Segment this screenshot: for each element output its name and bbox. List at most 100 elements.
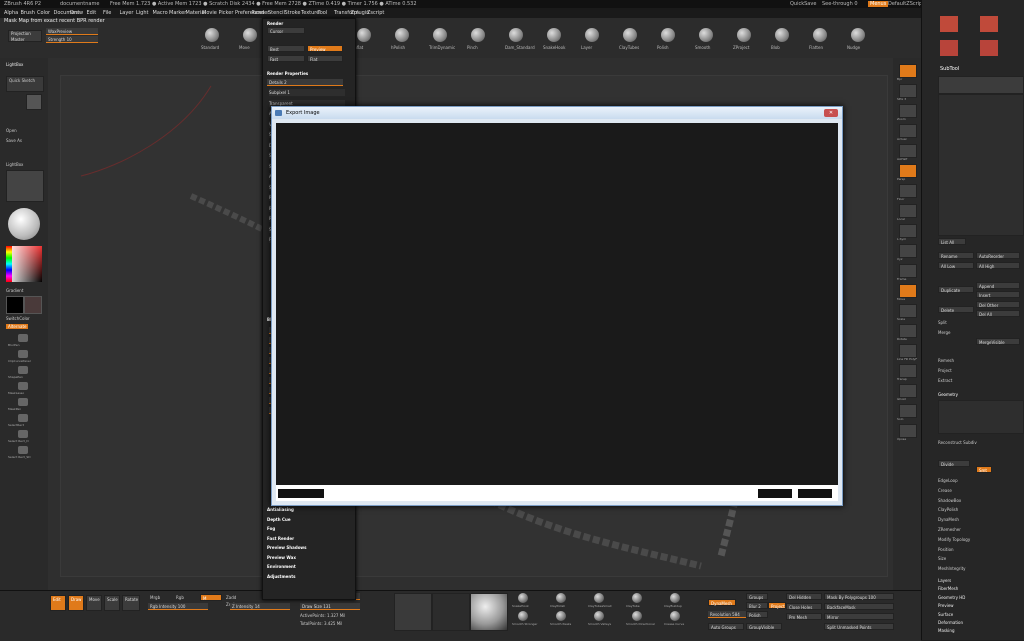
strength-slider[interactable]: Strength 10 — [46, 36, 98, 43]
default-zscript[interactable]: DefaultZScript — [888, 1, 924, 7]
material-sphere-icon[interactable] — [8, 208, 40, 240]
geometry-zremesher[interactable]: ZRemesher — [938, 527, 961, 532]
duplicate-button[interactable]: Duplicate — [938, 286, 974, 293]
render-section-antialiasing[interactable]: Antialiasing — [267, 507, 294, 512]
menu-render[interactable]: Render — [252, 10, 270, 16]
reconstruct-subdiv-button[interactable]: Reconstruct Subdiv — [938, 440, 977, 445]
m-toggle[interactable]: M — [200, 594, 222, 601]
palette-geometry-hd[interactable]: Geometry HD — [938, 595, 965, 600]
geometry-claypolish[interactable]: ClayPolish — [938, 507, 958, 512]
preview-button[interactable]: Preview — [307, 45, 343, 52]
brush-slot-icon[interactable] — [18, 350, 28, 358]
menu-marker[interactable]: Marker — [169, 10, 186, 16]
shelf-floor-icon[interactable] — [899, 184, 917, 198]
geometry-header[interactable]: Geometry — [938, 392, 958, 397]
geometry-position[interactable]: Position — [938, 547, 954, 552]
shelf-frame-icon[interactable] — [899, 264, 917, 278]
rotate-button[interactable]: Rotate — [122, 595, 140, 611]
geometry-size[interactable]: Size — [938, 556, 946, 561]
menu-file[interactable]: File — [103, 10, 111, 16]
divide-button[interactable]: Divide — [938, 460, 970, 467]
tool-thumb-2-icon[interactable] — [980, 16, 998, 32]
merge-section[interactable]: Merge — [938, 330, 951, 335]
alpha-thumbnail[interactable] — [432, 593, 470, 631]
render-section-fog[interactable]: Fog — [267, 526, 275, 531]
geometry-shadowbox[interactable]: ShadowBox — [938, 498, 961, 503]
quick-sketch-button[interactable]: Quick Sketch — [6, 76, 44, 92]
filename-field[interactable] — [278, 489, 324, 498]
brush-hpolish-icon[interactable] — [395, 28, 409, 42]
geometry-modify-topology[interactable]: Modify Topology — [938, 537, 970, 542]
shelf-persp-icon[interactable] — [899, 164, 917, 178]
shelf-ghost-icon[interactable] — [899, 384, 917, 398]
sketch-thumbnail[interactable] — [26, 94, 42, 110]
geometry-crease[interactable]: Crease — [938, 488, 952, 493]
menu-draw[interactable]: Draw — [70, 10, 83, 16]
palette-deformation[interactable]: Deformation — [938, 620, 963, 625]
bottom-brush-smooth-peaks-icon[interactable] — [556, 611, 566, 621]
palette-fibermesh[interactable]: FiberMesh — [938, 586, 958, 591]
menus-button[interactable]: Menus — [868, 1, 889, 7]
shelf-local-icon[interactable] — [899, 204, 917, 218]
edit-button[interactable]: Edit — [50, 595, 66, 611]
hue-strip[interactable] — [6, 246, 12, 282]
shelf-transp-icon[interactable] — [899, 364, 917, 378]
switch-color-button[interactable]: SwitchColor — [6, 316, 30, 321]
project-section[interactable]: Project — [938, 368, 952, 373]
brush-slot-icon[interactable] — [18, 446, 28, 454]
brush-trimdynamic-icon[interactable] — [433, 28, 447, 42]
shelf-solo-icon[interactable] — [899, 404, 917, 418]
shelf-line-fill-polyf-icon[interactable] — [899, 344, 917, 358]
main-color-swatch[interactable] — [6, 296, 24, 314]
brush-layer-icon[interactable] — [585, 28, 599, 42]
shelf-xyz-icon[interactable] — [899, 244, 917, 258]
brush-dam_standard-icon[interactable] — [509, 28, 523, 42]
brush-thumbnail-icon[interactable] — [470, 593, 508, 631]
menu-tool[interactable]: Tool — [318, 10, 328, 16]
shelf-spix-3-icon[interactable] — [899, 84, 917, 98]
brush-polish-icon[interactable] — [661, 28, 675, 42]
del-all-button[interactable]: Del All — [976, 310, 1020, 317]
palette-layers[interactable]: Layers — [938, 578, 951, 583]
auto-groups-button[interactable]: Auto Groups — [708, 623, 744, 630]
menu-picker[interactable]: Picker — [219, 10, 234, 16]
tool-thumb-4-icon[interactable] — [980, 40, 998, 56]
menu-light[interactable]: Light — [136, 10, 148, 16]
gradient-button[interactable]: Gradient — [6, 288, 23, 293]
menu-zscript[interactable]: Zscript — [367, 10, 384, 16]
subtool-header[interactable]: SubTool — [940, 66, 959, 72]
palette-surface[interactable]: Surface — [938, 612, 953, 617]
render-menu-title[interactable]: Render — [267, 21, 283, 26]
mrgb-toggle[interactable]: Mrgb — [150, 595, 160, 600]
smt-toggle[interactable]: Smt — [976, 466, 992, 473]
render-section-environment[interactable]: Environment — [267, 564, 296, 569]
close-icon[interactable]: ✕ — [824, 109, 838, 117]
bottom-brush-claytube-icon[interactable] — [632, 593, 642, 603]
z-intensity-slider[interactable]: Z Intensity 14 — [230, 603, 290, 610]
del-hidden-button[interactable]: Del Hidden — [786, 593, 822, 600]
render-section-fast-render[interactable]: Fast Render — [267, 536, 294, 541]
bottom-brush-claypolish-icon[interactable] — [556, 593, 566, 603]
autoreorder-button[interactable]: AutoReorder — [976, 252, 1020, 259]
zadd-toggle[interactable]: Zadd — [226, 595, 236, 600]
brush-inflat-icon[interactable] — [357, 28, 371, 42]
backface-mask-button[interactable]: BackfaceMask — [824, 603, 894, 610]
open-button[interactable]: Open — [6, 128, 17, 133]
shelf-scale-icon[interactable] — [899, 304, 917, 318]
split-section[interactable]: Split — [938, 320, 947, 325]
tool-thumb-3-icon[interactable] — [940, 40, 958, 56]
render-section-preview-shadows[interactable]: Preview Shadows — [267, 545, 307, 550]
menu-layer[interactable]: Layer — [120, 10, 134, 16]
subtool-list[interactable] — [938, 94, 1024, 236]
blur-slider[interactable]: Blur 2 — [746, 602, 768, 609]
best-button[interactable]: Best — [267, 45, 305, 52]
geometry-lower-res-group[interactable] — [938, 400, 1024, 434]
brush-slot-icon[interactable] — [18, 398, 28, 406]
pm-mesh-button[interactable]: Pm Mesh — [786, 613, 822, 620]
menu-edit[interactable]: Edit — [87, 10, 97, 16]
geometry-edgeloop[interactable]: EdgeLoop — [938, 478, 958, 483]
all-low-button[interactable]: All Low — [938, 262, 974, 269]
tool-thumbnail[interactable] — [6, 170, 44, 202]
shelf-l-sym-icon[interactable] — [899, 224, 917, 238]
dialog-titlebar[interactable]: Export Image ✕ — [272, 107, 842, 119]
